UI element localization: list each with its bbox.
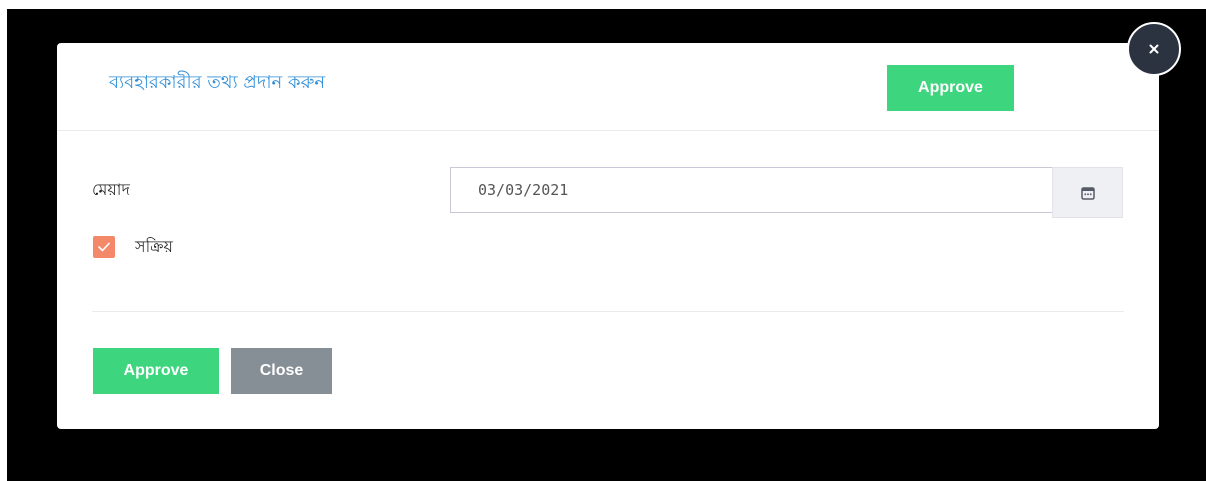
- modal-header: ব্যবহারকারীর তথ্য প্রদান করুন Approve: [57, 43, 1159, 131]
- checkmark-icon: [98, 242, 110, 252]
- active-checkbox[interactable]: [93, 236, 115, 258]
- approve-button[interactable]: Approve: [93, 348, 219, 394]
- modal-title: ব্যবহারকারীর তথ্য প্রদান করুন: [109, 72, 326, 93]
- close-button[interactable]: Close: [231, 348, 332, 394]
- active-label: সক্রিয়: [135, 237, 173, 256]
- header-approve-button[interactable]: Approve: [887, 65, 1014, 111]
- calendar-icon: [1080, 186, 1095, 200]
- duration-label: মেয়াদ: [92, 180, 130, 199]
- footer-divider: [92, 311, 1124, 312]
- user-info-modal: ব্যবহারকারীর তথ্য প্রদান করুন Approve মে…: [57, 43, 1159, 429]
- calendar-button[interactable]: [1052, 167, 1123, 218]
- modal-close-button[interactable]: [1127, 22, 1181, 76]
- duration-date-input[interactable]: [450, 167, 1053, 213]
- close-icon: [1149, 44, 1159, 54]
